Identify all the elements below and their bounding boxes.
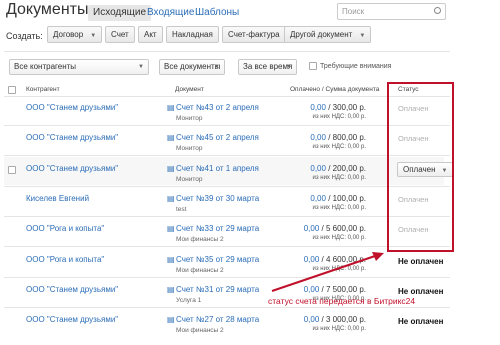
annotation-arrow: [271, 252, 384, 292]
annotation-text: статус счета передается в Битрикс24: [268, 296, 416, 306]
